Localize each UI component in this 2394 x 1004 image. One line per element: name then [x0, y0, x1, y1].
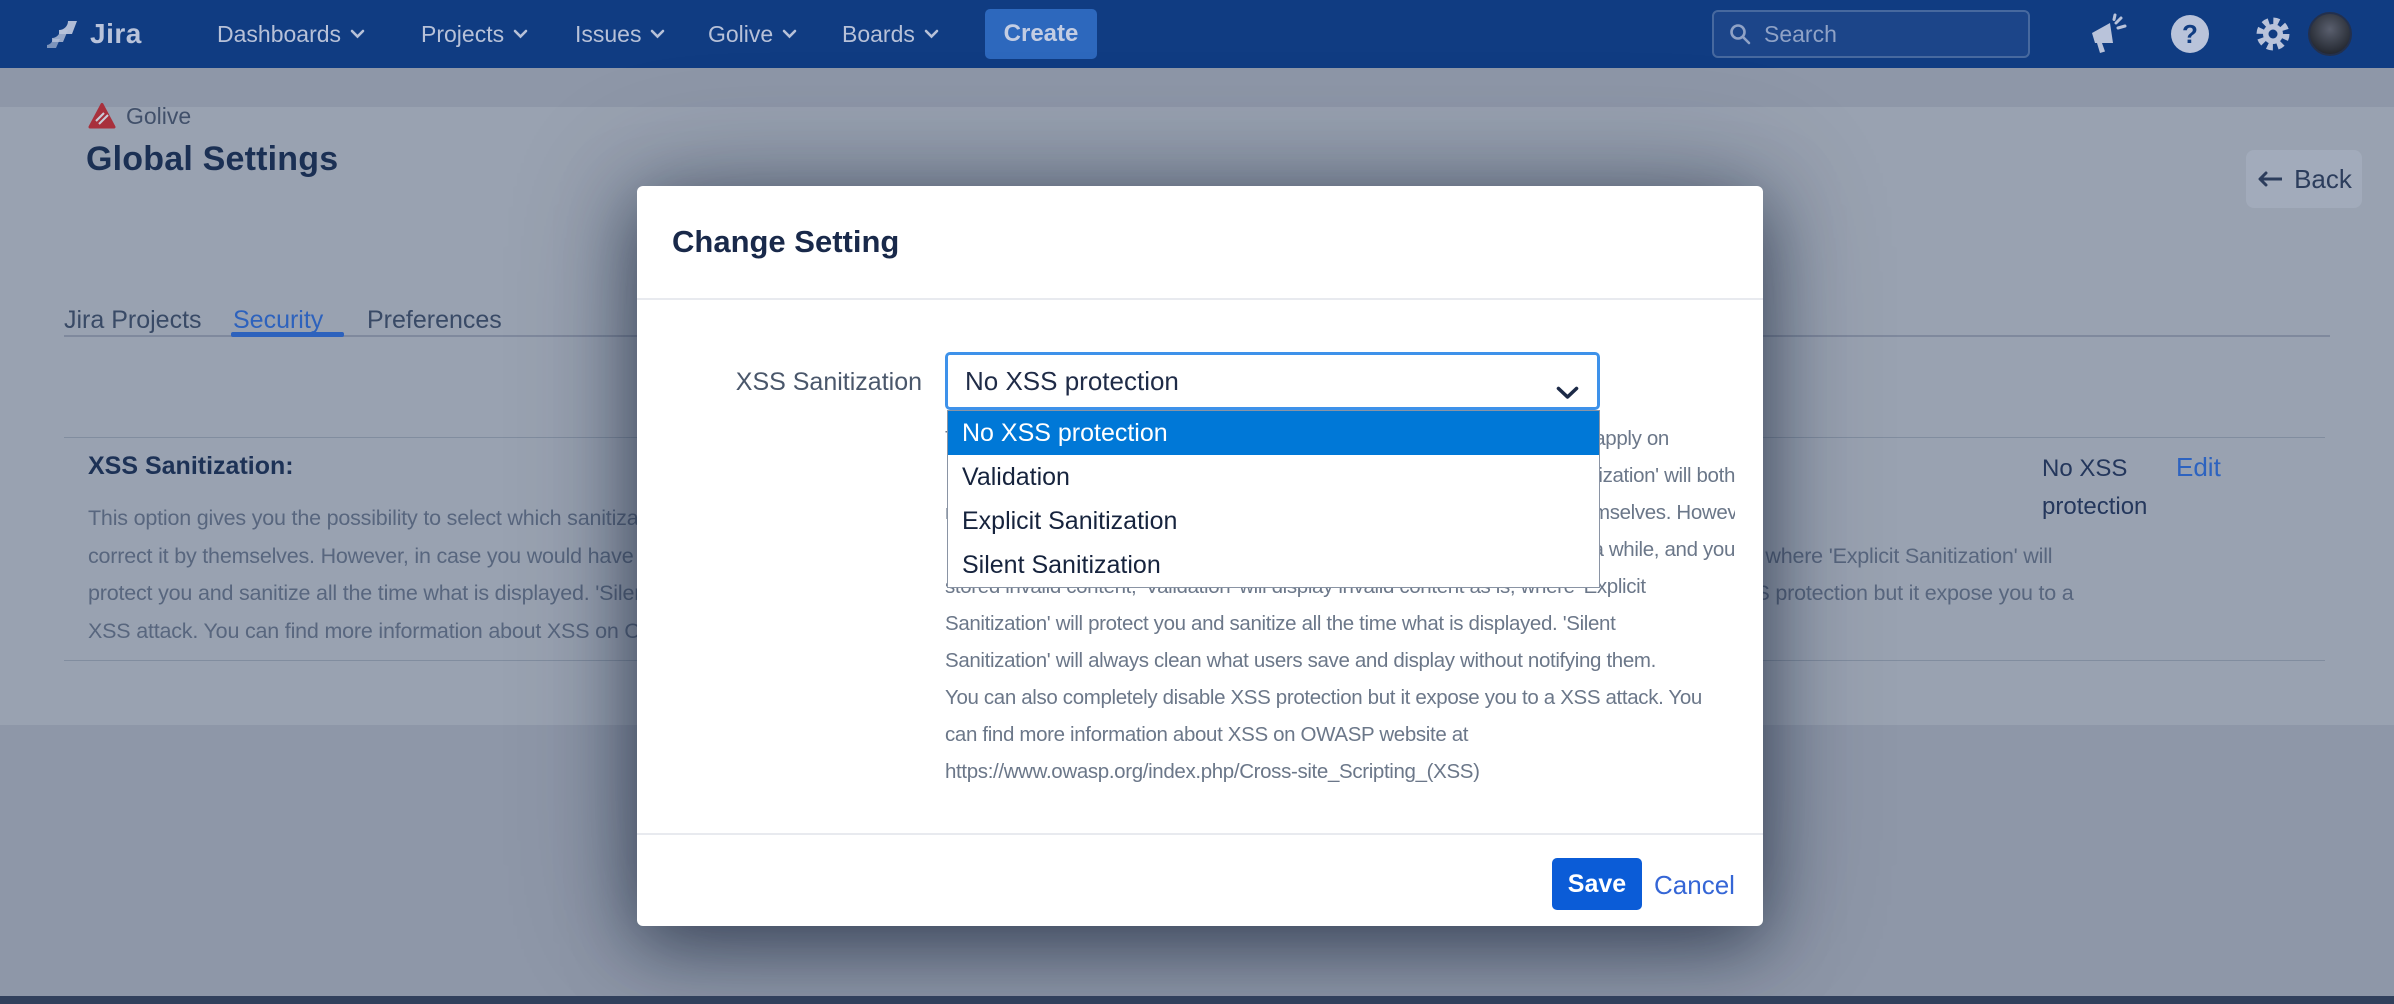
- option-validation[interactable]: Validation: [948, 455, 1599, 499]
- cancel-button[interactable]: Cancel: [1654, 870, 1735, 901]
- nav-item-label: Boards: [842, 21, 915, 48]
- search-input[interactable]: [1762, 20, 2006, 49]
- screen: Jira Dashboards Projects Issues Golive B…: [0, 0, 2394, 1004]
- search-box[interactable]: [1712, 10, 2030, 58]
- announcement-icon[interactable]: [2082, 0, 2132, 68]
- nav-item-boards[interactable]: Boards: [842, 0, 939, 68]
- page-title: Global Settings: [86, 140, 338, 179]
- xss-sanitization-label: XSS Sanitization: [677, 368, 922, 397]
- select-options-list: No XSS protection Validation Explicit Sa…: [947, 410, 1600, 588]
- nav-item-label: Issues: [575, 21, 641, 48]
- modal-description-line: Sanitization' will always clean what use…: [945, 642, 1735, 679]
- nav-item-label: Dashboards: [217, 21, 341, 48]
- user-avatar[interactable]: [2306, 0, 2354, 68]
- back-arrow-icon: [2256, 171, 2284, 187]
- chevron-down-icon: [924, 29, 939, 39]
- chevron-down-icon: [1556, 376, 1579, 407]
- page-bottom-edge: [0, 996, 2394, 1004]
- back-button[interactable]: Back: [2246, 150, 2362, 208]
- nav-item-issues[interactable]: Issues: [575, 0, 665, 68]
- chevron-down-icon: [350, 29, 365, 39]
- tab-jira-projects[interactable]: Jira Projects: [64, 306, 202, 335]
- save-button[interactable]: Save: [1552, 858, 1642, 910]
- current-setting-value: No XSS protection: [2042, 450, 2174, 526]
- chevron-down-icon: [782, 29, 797, 39]
- top-nav: Jira Dashboards Projects Issues Golive B…: [0, 0, 2394, 68]
- option-silent-sanitization[interactable]: Silent Sanitization: [948, 543, 1599, 587]
- modal-header-divider: [637, 298, 1763, 300]
- option-no-xss-protection[interactable]: No XSS protection: [948, 411, 1599, 455]
- golive-logo-icon: [88, 102, 116, 135]
- search-icon: [1728, 22, 1752, 46]
- section-heading: XSS Sanitization:: [88, 452, 294, 481]
- back-label: Back: [2294, 164, 2352, 195]
- help-icon[interactable]: ?: [2168, 0, 2212, 68]
- xss-sanitization-select[interactable]: No XSS protection: [945, 352, 1600, 410]
- create-button[interactable]: Create: [985, 9, 1097, 59]
- active-tab-indicator: [231, 332, 344, 337]
- tab-preferences[interactable]: Preferences: [367, 306, 502, 335]
- breadcrumb[interactable]: Golive: [126, 103, 191, 130]
- select-value: No XSS protection: [965, 366, 1179, 397]
- chevron-down-icon: [650, 29, 665, 39]
- question-mark-glyph: ?: [2182, 19, 2198, 50]
- chevron-down-icon: [513, 29, 528, 39]
- change-setting-modal: Change Setting XSS Sanitization No XSS p…: [637, 186, 1763, 926]
- nav-item-projects[interactable]: Projects: [421, 0, 528, 68]
- modal-description-line: can find more information about XSS on O…: [945, 716, 1735, 753]
- edit-link[interactable]: Edit: [2176, 452, 2221, 483]
- modal-footer-divider: [637, 833, 1763, 835]
- nav-item-golive[interactable]: Golive: [708, 0, 797, 68]
- modal-description-line: You can also completely disable XSS prot…: [945, 679, 1735, 716]
- nav-item-label: Projects: [421, 21, 504, 48]
- brand-name: Jira: [90, 18, 142, 50]
- modal-description-line: Sanitization' will protect you and sanit…: [945, 605, 1735, 642]
- jira-logo-icon: [44, 13, 82, 56]
- nav-item-dashboards[interactable]: Dashboards: [217, 0, 365, 68]
- modal-description-line: https://www.owasp.org/index.php/Cross-si…: [945, 753, 1735, 790]
- modal-title: Change Setting: [672, 224, 899, 260]
- option-explicit-sanitization[interactable]: Explicit Sanitization: [948, 499, 1599, 543]
- jira-brand[interactable]: Jira: [44, 0, 142, 68]
- nav-item-label: Golive: [708, 21, 773, 48]
- settings-gear-icon[interactable]: [2250, 0, 2296, 68]
- tab-security[interactable]: Security: [233, 306, 323, 335]
